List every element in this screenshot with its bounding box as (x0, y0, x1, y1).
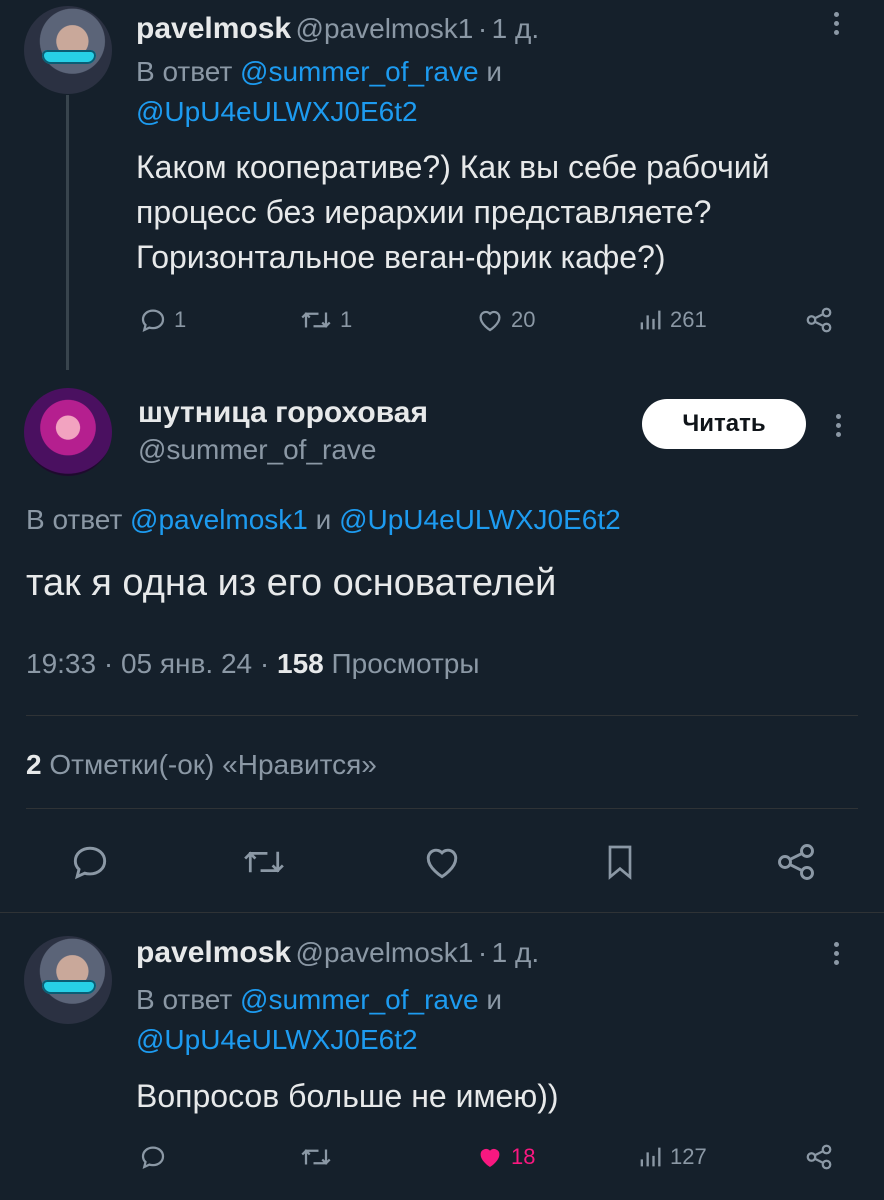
views-icon (640, 310, 661, 330)
tweet-text: Каком кооперативе?) Как вы себе рабочий … (136, 145, 876, 280)
heart-icon (426, 848, 458, 879)
more-icon[interactable] (834, 938, 840, 969)
retweet-icon (301, 1149, 331, 1165)
reply-count: 1 (174, 307, 187, 332)
mention-link[interactable]: @pavelmosk1 (130, 504, 308, 535)
views-label: Просмотры (331, 648, 480, 679)
retweet-icon (301, 312, 331, 328)
share-button[interactable] (804, 305, 834, 335)
timestamp[interactable]: 1 д. (492, 937, 539, 968)
follow-button[interactable]: Читать (642, 399, 806, 449)
views-button[interactable]: 127 (636, 1142, 707, 1172)
reply-context: В ответ @summer_of_rave и @UpU4eULWXJ0E6… (136, 980, 836, 1060)
likes-count: 2 (26, 749, 42, 780)
reply-context: В ответ @summer_of_rave и @UpU4eULWXJ0E6… (136, 52, 836, 132)
more-icon[interactable] (836, 410, 842, 441)
divider (0, 912, 884, 913)
reply-icon (141, 309, 165, 333)
mention-link[interactable]: @summer_of_rave (240, 56, 479, 87)
thread-line (66, 95, 69, 370)
reply-context: В ответ @pavelmosk1 и @UpU4eULWXJ0E6t2 (26, 500, 621, 540)
more-icon[interactable] (834, 8, 840, 39)
author-name[interactable]: шутница гороховая (138, 396, 428, 430)
separator: · (477, 937, 488, 968)
separator: · (103, 648, 114, 679)
tweet-header: pavelmosk @pavelmosk1 · 1 д. (136, 12, 539, 46)
likes-label: Отметки(-ок) «Нравится» (49, 749, 377, 780)
share-icon (778, 844, 814, 880)
retweet-count: 1 (340, 307, 353, 332)
reply-icon (73, 846, 107, 880)
share-button[interactable] (774, 840, 818, 884)
bookmark-button[interactable] (600, 840, 640, 884)
likes-summary[interactable]: 2 Отметки(-ок) «Нравится» (26, 749, 377, 781)
tweet-text-line: процесс без иерархии представляете? (136, 194, 712, 230)
reply-and: и (486, 984, 502, 1015)
reply-prefix: В ответ (26, 504, 123, 535)
separator: · (259, 648, 270, 679)
author-name[interactable]: pavelmosk (136, 936, 291, 969)
views-count: 158 (277, 648, 324, 679)
retweet-button[interactable] (298, 1142, 334, 1172)
heart-icon (479, 310, 501, 332)
avatar[interactable] (24, 6, 112, 94)
tweet-text: Вопросов больше не имею)) (136, 1078, 559, 1114)
separator: · (477, 13, 488, 44)
tweet-text: так я одна из его основателей (26, 562, 557, 604)
like-button[interactable]: 18 (475, 1142, 535, 1172)
mention-link[interactable]: @UpU4eULWXJ0E6t2 (339, 504, 621, 535)
tweet-meta: 19:33 · 05 янв. 24 · 158 Просмотры (26, 648, 480, 680)
avatar[interactable] (24, 388, 112, 476)
reply-icon (141, 1146, 165, 1170)
tweet-text-line: Каком кооперативе?) Как вы себе рабочий (136, 149, 770, 185)
share-icon (806, 307, 832, 333)
reply-and: и (315, 504, 332, 535)
like-count: 18 (511, 1144, 536, 1169)
author-name[interactable]: pavelmosk (136, 12, 291, 45)
mention-link[interactable]: @UpU4eULWXJ0E6t2 (136, 96, 418, 127)
views-button[interactable]: 261 (636, 305, 707, 335)
like-button[interactable]: 20 (475, 305, 535, 335)
reply-and: и (486, 56, 502, 87)
reply-button[interactable]: 1 (138, 305, 186, 335)
share-button[interactable] (804, 1142, 834, 1172)
like-count: 20 (511, 307, 536, 332)
views-icon (640, 1147, 661, 1167)
date[interactable]: 05 янв. 24 (121, 648, 252, 679)
reply-prefix: В ответ (136, 56, 233, 87)
tweet-header: pavelmosk @pavelmosk1 · 1 д. (136, 936, 539, 970)
reply-prefix: В ответ (136, 984, 233, 1015)
avatar[interactable] (24, 936, 112, 1024)
tweet-text-line: Горизонтальное веган-фрик кафе?) (136, 239, 666, 275)
share-icon (806, 1144, 832, 1170)
bookmark-icon (608, 845, 632, 880)
retweet-button[interactable]: 1 (298, 305, 352, 335)
heart-icon (480, 1148, 500, 1167)
retweet-icon (244, 851, 284, 873)
divider (26, 808, 858, 809)
view-count: 127 (670, 1144, 707, 1169)
mention-link[interactable]: @summer_of_rave (240, 984, 479, 1015)
reply-button[interactable] (68, 840, 112, 884)
timestamp[interactable]: 1 д. (492, 13, 539, 44)
timestamp[interactable]: 19:33 (26, 648, 96, 679)
reply-button[interactable] (138, 1142, 168, 1172)
author-handle[interactable]: @pavelmosk1 (296, 13, 474, 44)
divider (26, 715, 858, 716)
author-handle[interactable]: @pavelmosk1 (296, 937, 474, 968)
like-button[interactable] (420, 840, 464, 884)
retweet-button[interactable] (240, 840, 288, 884)
author-handle[interactable]: @summer_of_rave (138, 434, 377, 466)
mention-link[interactable]: @UpU4eULWXJ0E6t2 (136, 1024, 418, 1055)
view-count: 261 (670, 307, 707, 332)
